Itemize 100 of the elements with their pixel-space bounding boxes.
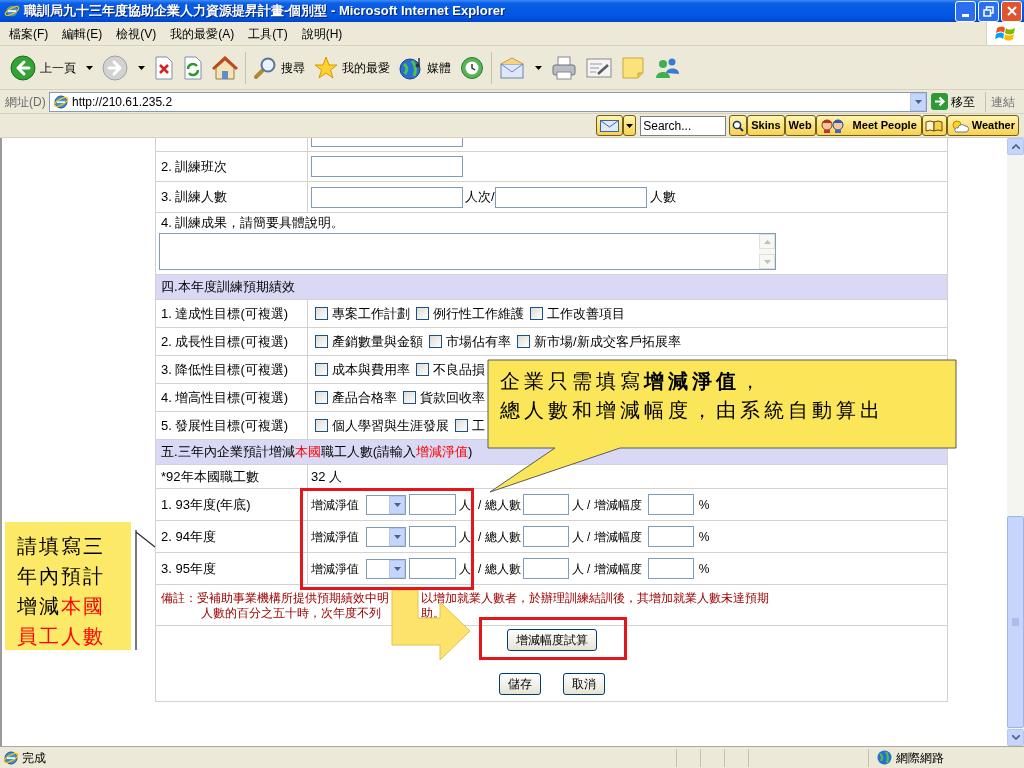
checkbox[interactable] <box>403 391 416 404</box>
text-input[interactable] <box>409 526 456 547</box>
caret-icon <box>626 123 634 128</box>
book-button[interactable] <box>921 115 947 136</box>
text-input[interactable] <box>409 558 456 579</box>
sun-cloud-icon <box>950 118 969 133</box>
note-text: 助。 <box>421 606 445 621</box>
text-input[interactable] <box>522 526 569 547</box>
go-button[interactable]: 移至 <box>931 91 975 112</box>
dropdown-button[interactable] <box>623 115 637 136</box>
checkbox[interactable] <box>315 307 328 320</box>
globe-icon <box>399 55 423 80</box>
scroll-thumb[interactable] <box>1007 516 1024 728</box>
value-text: 32 人 <box>311 467 343 486</box>
caret-down-icon <box>763 259 771 264</box>
checkbox[interactable] <box>315 363 328 376</box>
close-button[interactable] <box>1001 0 1022 22</box>
links-button[interactable]: 連結 <box>991 92 1015 111</box>
checkbox-label: 新市場/新成交客戶拓展率 <box>534 332 681 351</box>
search-icon <box>253 55 277 80</box>
checkbox-label: 市場佔有率 <box>446 332 511 351</box>
menu-item[interactable]: 我的最愛(A) <box>165 23 240 44</box>
menu-item[interactable]: 檢視(V) <box>111 23 162 44</box>
checkbox[interactable] <box>429 335 442 348</box>
form-button[interactable]: 儲存 <box>498 673 541 695</box>
checkbox-label: 成本與費用率 <box>332 360 410 379</box>
checkbox[interactable] <box>315 419 328 432</box>
form-button[interactable]: 取消 <box>562 673 605 695</box>
globe-icon <box>877 750 892 765</box>
media-button[interactable]: 媒體 <box>397 49 453 86</box>
checkbox[interactable] <box>455 419 468 432</box>
row-label: 4. 增高性目標(可複選) <box>161 388 289 407</box>
unit-label: 人 / 增減幅度 <box>571 496 642 514</box>
unit-label: 人次/ <box>465 188 495 207</box>
text-input[interactable] <box>409 494 456 515</box>
favorites-button[interactable]: 我的最愛 <box>312 49 392 86</box>
text-input[interactable] <box>522 494 569 515</box>
checkbox[interactable] <box>416 363 429 376</box>
field-label: 增減淨值 <box>311 528 359 546</box>
scroll-up-button[interactable] <box>1007 138 1024 155</box>
address-field[interactable]: http://210.61.235.2 <box>49 91 927 112</box>
open-book-icon <box>925 119 944 132</box>
status-text: 完成 <box>22 749 46 767</box>
text-input[interactable] <box>311 156 463 177</box>
star-icon <box>314 55 338 80</box>
scroll-down-button[interactable] <box>1007 729 1024 746</box>
text-input[interactable] <box>494 186 647 208</box>
search-field[interactable]: Search... <box>640 115 727 136</box>
search-button[interactable]: 搜尋 <box>251 49 307 86</box>
caret-icon <box>393 502 401 507</box>
section-header: 五.三年內企業預計增減本國職工人數(請輸入增減淨值) <box>161 443 473 462</box>
calculate-button[interactable]: 增減幅度試算 <box>506 629 597 651</box>
checkbox[interactable] <box>315 335 328 348</box>
meet-people-button[interactable]: Meet People <box>815 115 922 136</box>
text-input[interactable] <box>647 494 694 515</box>
checkbox-label: 個人學習與生涯發展 <box>332 416 449 435</box>
clock-icon <box>460 55 484 80</box>
row-label: 3. 訓練人數 <box>161 188 228 207</box>
dropdown-field[interactable] <box>366 526 406 547</box>
checkbox[interactable] <box>315 391 328 404</box>
back-button[interactable]: 上一頁 <box>8 49 95 86</box>
field-label: 增減淨值 <box>311 560 359 578</box>
dropdown-field[interactable] <box>366 558 406 579</box>
page-logo-icon <box>3 749 19 766</box>
caret-up-icon <box>1011 144 1020 149</box>
unit-label: % <box>698 496 710 514</box>
menu-item[interactable]: 檔案(F) <box>4 23 54 44</box>
stop-icon <box>154 55 174 80</box>
minimize-button[interactable] <box>955 0 976 22</box>
unit-label: 人 <box>459 560 471 578</box>
checkbox[interactable] <box>530 307 543 320</box>
unit-label: % <box>698 560 710 578</box>
row-label: 3. 95年度 <box>161 559 216 578</box>
checkbox-label: 不良品損 <box>433 360 485 379</box>
unit-label: 人 <box>459 528 471 546</box>
checkbox[interactable] <box>517 335 530 348</box>
search-icon <box>732 119 745 132</box>
mail-button[interactable] <box>596 115 624 136</box>
close-icon <box>1006 6 1017 16</box>
caret-icon <box>393 566 401 571</box>
page-logo-icon <box>53 93 69 110</box>
menu-item[interactable]: 工具(T) <box>243 23 293 44</box>
toolbar-link[interactable]: Skins <box>747 115 785 136</box>
weather-button[interactable]: Weather <box>946 115 1019 136</box>
menu-item[interactable]: 說明(H) <box>296 23 348 44</box>
restore-button[interactable] <box>978 0 999 22</box>
dropdown-field[interactable] <box>366 494 406 515</box>
toolbar-link[interactable]: Web <box>784 115 816 136</box>
checkbox[interactable] <box>416 307 429 320</box>
text-input[interactable] <box>522 558 569 579</box>
text-input[interactable] <box>311 186 463 208</box>
row-label: 4. 訓練成果，請簡要具體說明。 <box>160 214 346 233</box>
text-input[interactable] <box>647 526 694 547</box>
menu-item[interactable]: 編輯(E) <box>57 23 108 44</box>
address-label: 網址(D) <box>5 93 47 111</box>
search-button[interactable] <box>729 115 748 136</box>
text-input[interactable] <box>647 558 694 579</box>
caret-down-icon <box>1011 735 1020 740</box>
text-area-field[interactable] <box>159 233 776 270</box>
row-label: 1. 達成性目標(可複選) <box>161 304 289 323</box>
